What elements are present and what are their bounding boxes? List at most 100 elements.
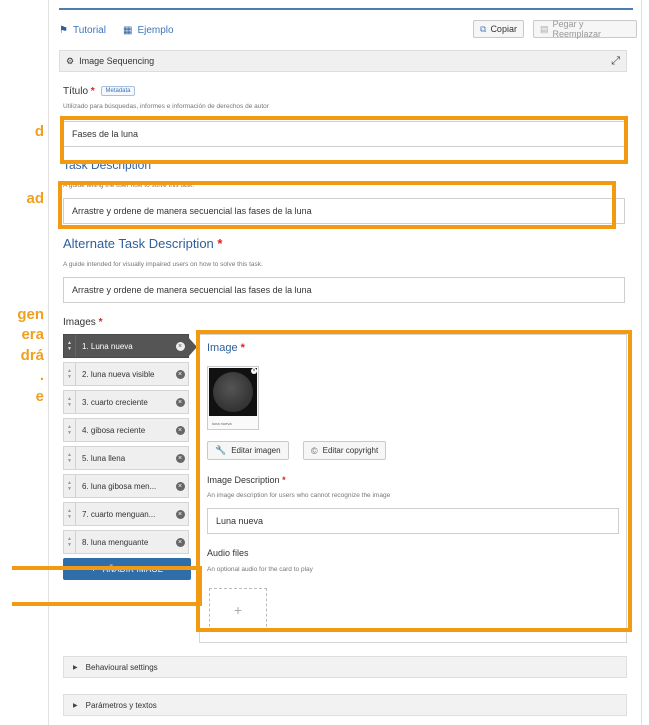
widget-icon: ⚙ xyxy=(66,55,75,66)
overlay-text-5: drá xyxy=(20,347,44,364)
overlay-text-3: gen xyxy=(17,306,44,323)
alt-task-description-row: Alternate Task Description * xyxy=(63,236,222,251)
caret-right-icon: ▶ xyxy=(73,664,78,671)
remove-image-button[interactable]: × xyxy=(172,341,188,351)
paste-replace-label: Pegar y Reemplazar xyxy=(552,19,602,39)
add-audio-button[interactable]: + xyxy=(209,588,267,632)
image-description-label-row: Image Description * xyxy=(207,475,286,485)
audio-files-label: Audio files xyxy=(207,548,249,558)
title-hint: Utilizado para búsquedas, informes e inf… xyxy=(63,103,269,110)
example-link[interactable]: ▦ Ejemplo xyxy=(123,25,174,36)
overlay-text-7: e xyxy=(35,388,44,405)
image-list-item[interactable]: ▲ ▼ 3. cuarto creciente × xyxy=(63,390,189,414)
title-input[interactable]: Fases de la luna xyxy=(63,121,625,147)
widget-header: ⚙ Image Sequencing ⤢ xyxy=(59,50,627,72)
example-label: Ejemplo xyxy=(137,25,174,36)
image-list-item[interactable]: ▲ ▼ 7. cuarto menguan... × xyxy=(63,502,189,526)
image-list-item[interactable]: ▲ ▼ 8. luna menguante × xyxy=(63,530,189,554)
alt-task-description-hint: A guide intended for visually impaired u… xyxy=(63,261,263,268)
remove-image-button[interactable]: × xyxy=(172,481,188,491)
edit-image-label: Editar imagen xyxy=(231,446,281,455)
graduation-cap-icon: ⚑ xyxy=(59,25,68,36)
tutorial-label: Tutorial xyxy=(72,25,106,36)
add-image-button[interactable]: + AÑADIR IMAGE xyxy=(63,558,191,580)
drag-handle-icon[interactable]: ▲ ▼ xyxy=(64,447,76,469)
params-texts-toggle[interactable]: ▶ Parámetros y textos xyxy=(63,694,627,716)
task-description-label: Task Description xyxy=(63,158,152,172)
title-label-row: Título * Metadata xyxy=(63,86,135,97)
drag-handle-icon[interactable]: ▲ ▼ xyxy=(64,475,76,497)
image-description-label: Image Description xyxy=(207,475,280,485)
overlay-text-1: d xyxy=(34,123,44,140)
images-label-row: Images * xyxy=(63,317,102,328)
overlay-text-2: ad xyxy=(26,190,44,207)
plus-icon: + xyxy=(90,563,97,575)
image-item-label: 2. luna nueva visible xyxy=(82,369,155,379)
remove-image-button[interactable]: × xyxy=(172,369,188,379)
behavioural-settings-toggle[interactable]: ▶ Behavioural settings xyxy=(63,656,627,678)
drag-handle-icon[interactable]: ▲ ▼ xyxy=(64,503,76,525)
alt-task-description-input[interactable]: Arrastre y ordene de manera secuencial l… xyxy=(63,277,625,303)
image-item-label: 8. luna menguante xyxy=(82,537,149,547)
image-list-item[interactable]: ▲ ▼ 5. luna llena × xyxy=(63,446,189,470)
tutorial-link[interactable]: ⚑ Tutorial xyxy=(59,25,106,36)
example-icon: ▦ xyxy=(123,25,133,36)
wrench-icon: 🔧 xyxy=(215,445,227,455)
required-mark: * xyxy=(282,475,286,485)
image-list-item[interactable]: ▲ ▼ 2. luna nueva visible × xyxy=(63,362,189,386)
add-image-label: AÑADIR IMAGE xyxy=(102,564,164,574)
moon-image xyxy=(209,368,257,416)
remove-image-button[interactable]: × xyxy=(172,537,188,547)
image-list-item[interactable]: ▲ ▼ 1. Luna nueva × xyxy=(63,334,197,358)
required-mark: * xyxy=(240,342,245,354)
image-label-row: Image * xyxy=(207,342,245,354)
copy-label: Copiar xyxy=(490,24,517,34)
image-thumbnail[interactable]: × luna nueva xyxy=(207,366,259,430)
drag-handle-icon[interactable]: ▲ ▼ xyxy=(64,335,76,357)
required-mark: * xyxy=(98,317,103,328)
edit-image-button[interactable]: 🔧 Editar imagen xyxy=(207,441,289,460)
widget-title: Image Sequencing xyxy=(79,56,155,66)
close-icon: × xyxy=(175,481,185,491)
edit-copyright-label: Editar copyright xyxy=(322,446,379,455)
copy-button[interactable]: ⧉ Copiar xyxy=(473,20,524,38)
remove-image-button[interactable]: × xyxy=(172,397,188,407)
remove-image-button[interactable]: × xyxy=(172,453,188,463)
close-icon: × xyxy=(175,397,185,407)
expand-icon[interactable]: ⤢ xyxy=(611,55,620,68)
close-icon: × xyxy=(175,369,185,379)
edit-copyright-button[interactable]: © Editar copyright xyxy=(303,441,387,460)
close-icon: × xyxy=(175,425,185,435)
remove-image-button[interactable]: × xyxy=(172,425,188,435)
image-description-hint: An image description for users who canno… xyxy=(207,492,391,499)
overlay-text-6: . xyxy=(39,367,44,384)
image-list-item[interactable]: ▲ ▼ 6. luna gibosa men... × xyxy=(63,474,189,498)
metadata-badge[interactable]: Metadata xyxy=(101,86,135,97)
close-icon: × xyxy=(175,509,185,519)
image-list-item[interactable]: ▲ ▼ 4. gibosa reciente × xyxy=(63,418,189,442)
task-description-hint: A guide telling the user how to solve th… xyxy=(63,182,195,189)
image-label: Image xyxy=(207,342,238,354)
task-description-input[interactable]: Arrastre y ordene de manera secuencial l… xyxy=(63,198,625,224)
alt-task-description-label: Alternate Task Description xyxy=(63,236,214,251)
image-description-input[interactable]: Luna nueva xyxy=(207,508,619,534)
overlay-text-4: era xyxy=(21,326,44,343)
image-item-label: 5. luna llena xyxy=(82,453,126,463)
drag-handle-icon[interactable]: ▲ ▼ xyxy=(64,363,76,385)
drag-handle-icon[interactable]: ▲ ▼ xyxy=(64,531,76,553)
image-item-label: 6. luna gibosa men... xyxy=(82,481,157,491)
remove-thumbnail-icon[interactable]: × xyxy=(251,368,257,374)
close-icon: × xyxy=(175,453,185,463)
params-texts-label: Parámetros y textos xyxy=(85,700,157,710)
paste-replace-button[interactable]: ▤ Pegar y Reemplazar xyxy=(533,19,637,39)
image-item-label: 7. cuarto menguan... xyxy=(82,509,156,519)
copy-icon: ⧉ xyxy=(480,23,487,34)
paste-icon: ▤ xyxy=(540,23,549,34)
remove-image-button[interactable]: × xyxy=(172,509,188,519)
drag-handle-icon[interactable]: ▲ ▼ xyxy=(64,419,76,441)
required-mark: * xyxy=(217,236,223,251)
title-label: Título xyxy=(63,86,89,97)
behavioural-settings-label: Behavioural settings xyxy=(85,662,158,672)
audio-files-hint: An optional audio for the card to play xyxy=(207,566,313,573)
drag-handle-icon[interactable]: ▲ ▼ xyxy=(64,391,76,413)
